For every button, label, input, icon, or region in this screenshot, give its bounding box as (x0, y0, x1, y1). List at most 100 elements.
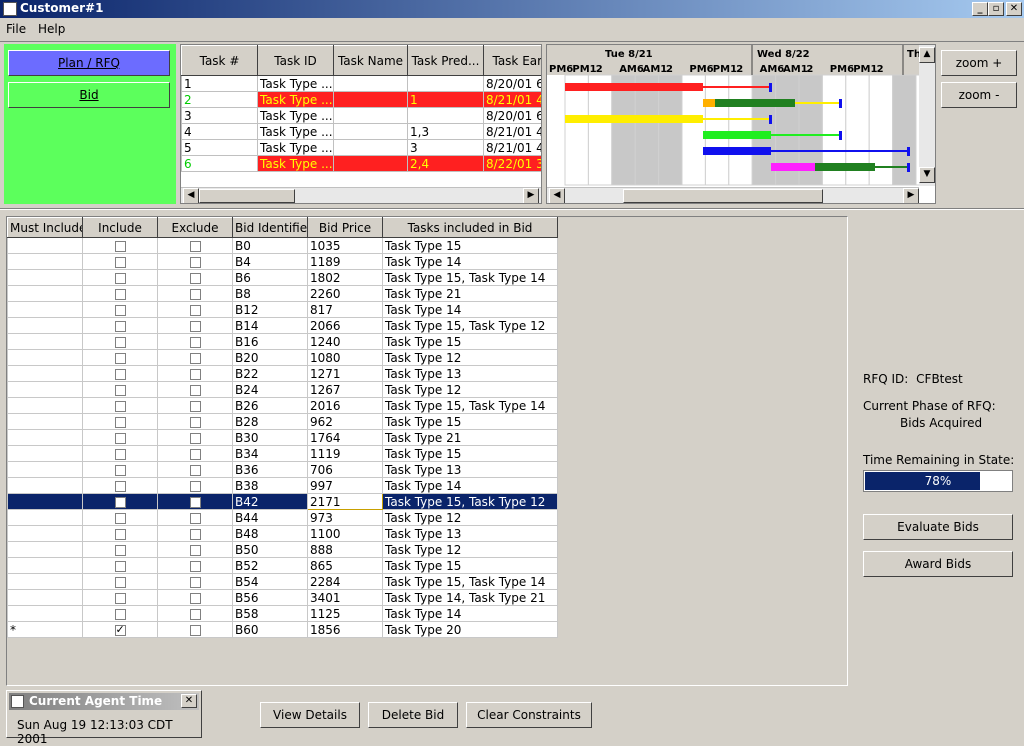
bid-tasks[interactable]: Task Type 15 (382, 413, 558, 430)
bid-tasks[interactable]: Task Type 14 (382, 477, 558, 494)
bid-must-include[interactable] (7, 541, 83, 558)
bid-tasks[interactable]: Task Type 15, Task Type 12 (382, 317, 558, 334)
bid-row[interactable]: B28 962 Task Type 15 (7, 413, 558, 430)
plan-rfq-button[interactable]: Plan / RFQ (8, 50, 170, 76)
exclude-checkbox[interactable] (189, 544, 201, 556)
gantt-vscroll[interactable]: ▲ ▼ (919, 45, 935, 185)
award-bids-button[interactable]: Award Bids (863, 551, 1013, 577)
include-checkbox[interactable] (114, 240, 126, 252)
bid-col-header[interactable]: Tasks included in Bid (382, 217, 558, 238)
gantt-scroll-thumb[interactable] (623, 189, 823, 203)
scroll-right-icon[interactable]: ▶ (523, 188, 539, 203)
title-bar[interactable]: Customer#1 _ ▫ ✕ (0, 0, 1024, 18)
task-cell-name[interactable] (333, 107, 408, 124)
bid-tasks[interactable]: Task Type 15 (382, 333, 558, 350)
include-checkbox[interactable] (114, 352, 126, 364)
bid-tasks[interactable]: Task Type 14 (382, 605, 558, 622)
bid-tasks[interactable]: Task Type 13 (382, 365, 558, 382)
bid-identifier[interactable]: B12 (232, 301, 308, 318)
task-cell-id[interactable]: Task Type ... (257, 91, 334, 108)
bid-row[interactable]: B20 1080 Task Type 12 (7, 349, 558, 366)
exclude-checkbox[interactable] (189, 288, 201, 300)
bid-must-include[interactable] (7, 557, 83, 574)
task-cell-pred[interactable]: 2,4 (407, 155, 484, 172)
gantt-hscroll[interactable]: ◀ ▶ (547, 187, 919, 203)
include-checkbox[interactable] (114, 400, 126, 412)
zoom-out-button[interactable]: zoom - (941, 82, 1017, 108)
exclude-checkbox[interactable] (189, 560, 201, 572)
zoom-in-button[interactable]: zoom + (941, 50, 1017, 76)
include-checkbox[interactable] (114, 544, 126, 556)
bid-must-include[interactable] (7, 573, 83, 590)
bid-price[interactable]: 1189 (307, 253, 383, 270)
bid-identifier[interactable]: B58 (232, 605, 308, 622)
bid-col-header[interactable]: Must Include (7, 217, 83, 238)
bid-must-include[interactable] (7, 381, 83, 398)
task-cell-name[interactable] (333, 123, 408, 140)
task-col-header[interactable]: Task ID (257, 45, 334, 76)
exclude-checkbox[interactable] (189, 304, 201, 316)
bid-identifier[interactable]: B56 (232, 589, 308, 606)
include-checkbox[interactable] (114, 480, 126, 492)
bid-tasks[interactable]: Task Type 13 (382, 525, 558, 542)
task-cell-early[interactable]: 8/21/01 4:0 (483, 91, 541, 108)
task-cell-early[interactable]: 8/20/01 6:0 (483, 107, 541, 124)
bid-row[interactable]: B12 817 Task Type 14 (7, 301, 558, 318)
task-row[interactable]: 1Task Type ... 8/20/01 6:0 (181, 75, 541, 92)
bid-price[interactable]: 1125 (307, 605, 383, 622)
task-cell-early[interactable]: 8/20/01 6:0 (483, 75, 541, 92)
bid-row[interactable]: B22 1271 Task Type 13 (7, 365, 558, 382)
task-cell-id[interactable]: Task Type ... (257, 75, 334, 92)
bid-price[interactable]: 973 (307, 509, 383, 526)
minimize-button[interactable]: _ (972, 2, 988, 16)
bid-identifier[interactable]: B20 (232, 349, 308, 366)
task-col-header[interactable]: Task Early (483, 45, 541, 76)
bid-must-include[interactable] (7, 477, 83, 494)
exclude-checkbox[interactable] (189, 464, 201, 476)
bid-identifier[interactable]: B52 (232, 557, 308, 574)
bid-must-include[interactable] (7, 429, 83, 446)
exclude-checkbox[interactable] (189, 336, 201, 348)
bid-must-include[interactable] (7, 509, 83, 526)
include-checkbox[interactable] (114, 496, 126, 508)
bid-price[interactable]: 1240 (307, 333, 383, 350)
bid-tasks[interactable]: Task Type 15 (382, 445, 558, 462)
bid-price[interactable]: 1802 (307, 269, 383, 286)
bid-must-include[interactable] (7, 349, 83, 366)
clear-constraints-button[interactable]: Clear Constraints (466, 702, 592, 728)
exclude-checkbox[interactable] (189, 400, 201, 412)
bid-must-include[interactable] (7, 285, 83, 302)
exclude-checkbox[interactable] (189, 496, 201, 508)
exclude-checkbox[interactable] (189, 240, 201, 252)
bid-must-include[interactable] (7, 269, 83, 286)
bid-price[interactable]: 706 (307, 461, 383, 478)
bid-price[interactable]: 1271 (307, 365, 383, 382)
exclude-checkbox[interactable] (189, 512, 201, 524)
task-col-header[interactable]: Task Name (333, 45, 408, 76)
include-checkbox[interactable] (114, 256, 126, 268)
bid-price[interactable]: 1119 (307, 445, 383, 462)
bid-row[interactable]: B16 1240 Task Type 15 (7, 333, 558, 350)
bid-identifier[interactable]: B34 (232, 445, 308, 462)
menu-file[interactable]: File (6, 22, 26, 36)
agent-time-titlebar[interactable]: Current Agent Time ✕ (9, 693, 199, 710)
exclude-checkbox[interactable] (189, 624, 201, 636)
bid-price[interactable]: 888 (307, 541, 383, 558)
bid-tasks[interactable]: Task Type 20 (382, 621, 558, 638)
bid-must-include[interactable] (7, 301, 83, 318)
task-cell-name[interactable] (333, 139, 408, 156)
bid-tasks[interactable]: Task Type 21 (382, 429, 558, 446)
task-cell-pred[interactable]: 3 (407, 139, 484, 156)
bid-must-include[interactable] (7, 317, 83, 334)
bid-col-header[interactable]: Exclude (157, 217, 233, 238)
bid-tasks[interactable]: Task Type 12 (382, 381, 558, 398)
bid-row[interactable]: B58 1125 Task Type 14 (7, 605, 558, 622)
bid-row[interactable]: B52 865 Task Type 15 (7, 557, 558, 574)
gantt-scroll-left-icon[interactable]: ◀ (549, 188, 565, 203)
bid-identifier[interactable]: B4 (232, 253, 308, 270)
bid-must-include[interactable] (7, 413, 83, 430)
exclude-checkbox[interactable] (189, 368, 201, 380)
scroll-left-icon[interactable]: ◀ (183, 188, 199, 203)
bid-price[interactable]: 1080 (307, 349, 383, 366)
bid-must-include[interactable] (7, 445, 83, 462)
